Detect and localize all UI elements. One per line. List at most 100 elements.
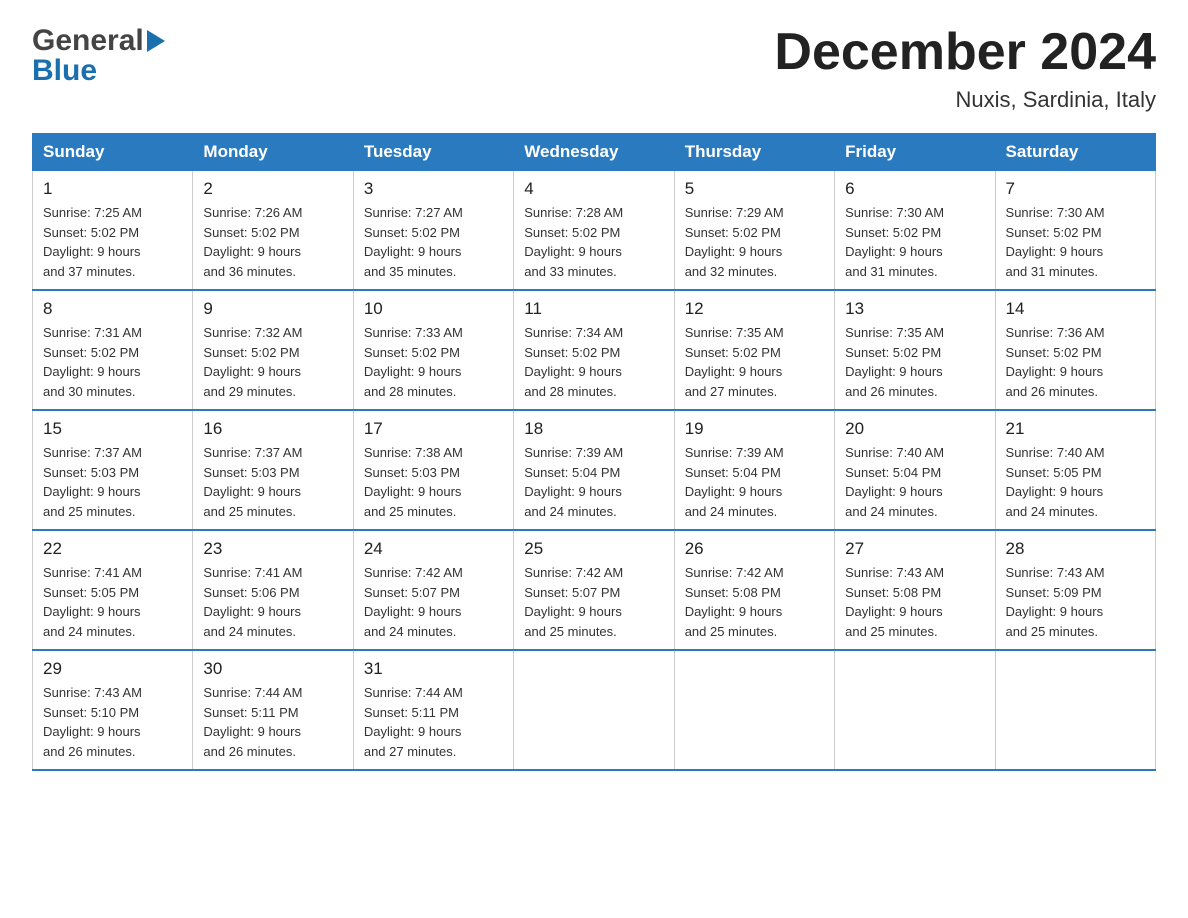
page-header: General Blue December 2024 Nuxis, Sardin… xyxy=(32,24,1156,113)
day-number: 12 xyxy=(685,299,824,319)
calendar-day-cell: 23 Sunrise: 7:41 AMSunset: 5:06 PMDayligh… xyxy=(193,530,353,650)
calendar-day-cell: 22 Sunrise: 7:41 AMSunset: 5:05 PMDayligh… xyxy=(33,530,193,650)
calendar-day-cell: 10 Sunrise: 7:33 AMSunset: 5:02 PMDayligh… xyxy=(353,290,513,410)
calendar-day-cell: 8Sunrise: 7:31 AMSunset: 5:02 PMDaylight… xyxy=(33,290,193,410)
day-number: 22 xyxy=(43,539,182,559)
day-info: Sunrise: 7:34 AMSunset: 5:02 PMDaylight:… xyxy=(524,323,663,401)
calendar-day-cell: 18Sunrise: 7:39 AMSunset: 5:04 PMDayligh… xyxy=(514,410,674,530)
day-number: 23 xyxy=(203,539,342,559)
day-info: Sunrise: 7:25 AMSunset: 5:02 PMDaylight:… xyxy=(43,203,182,281)
logo: General Blue xyxy=(32,24,165,88)
logo-arrow-icon xyxy=(147,30,165,52)
calendar-day-cell: 5 Sunrise: 7:29 AMSunset: 5:02 PMDaylight… xyxy=(674,171,834,291)
day-number: 11 xyxy=(524,299,663,319)
calendar-day-cell: 21 Sunrise: 7:40 AMSunset: 5:05 PMDayligh… xyxy=(995,410,1155,530)
calendar-day-cell: 13 Sunrise: 7:35 AMSunset: 5:02 PMDayligh… xyxy=(835,290,995,410)
calendar-subtitle: Nuxis, Sardinia, Italy xyxy=(774,87,1156,113)
calendar-week-row: 22 Sunrise: 7:41 AMSunset: 5:05 PMDayligh… xyxy=(33,530,1156,650)
day-number: 29 xyxy=(43,659,182,679)
day-info: Sunrise: 7:43 AMSunset: 5:09 PMDaylight:… xyxy=(1006,563,1145,641)
day-info: Sunrise: 7:43 AMSunset: 5:10 PMDaylight:… xyxy=(43,683,182,761)
title-area: December 2024 Nuxis, Sardinia, Italy xyxy=(774,24,1156,113)
day-info: Sunrise: 7:37 AMSunset: 5:03 PMDaylight:… xyxy=(203,443,342,521)
day-info: Sunrise: 7:29 AMSunset: 5:02 PMDaylight:… xyxy=(685,203,824,281)
day-info: Sunrise: 7:27 AMSunset: 5:02 PMDaylight:… xyxy=(364,203,503,281)
day-info: Sunrise: 7:42 AMSunset: 5:08 PMDaylight:… xyxy=(685,563,824,641)
day-info: Sunrise: 7:42 AMSunset: 5:07 PMDaylight:… xyxy=(524,563,663,641)
calendar-day-cell: 26 Sunrise: 7:42 AMSunset: 5:08 PMDayligh… xyxy=(674,530,834,650)
calendar-day-cell: 2 Sunrise: 7:26 AMSunset: 5:02 PMDaylight… xyxy=(193,171,353,291)
day-info: Sunrise: 7:40 AMSunset: 5:04 PMDaylight:… xyxy=(845,443,984,521)
day-number: 20 xyxy=(845,419,984,439)
calendar-day-cell: 3 Sunrise: 7:27 AMSunset: 5:02 PMDaylight… xyxy=(353,171,513,291)
calendar-day-cell: 7Sunrise: 7:30 AMSunset: 5:02 PMDaylight… xyxy=(995,171,1155,291)
calendar-day-cell: 25 Sunrise: 7:42 AMSunset: 5:07 PMDayligh… xyxy=(514,530,674,650)
day-info: Sunrise: 7:44 AMSunset: 5:11 PMDaylight:… xyxy=(203,683,342,761)
day-number: 27 xyxy=(845,539,984,559)
day-info: Sunrise: 7:39 AMSunset: 5:04 PMDaylight:… xyxy=(685,443,824,521)
day-number: 9 xyxy=(203,299,342,319)
day-number: 4 xyxy=(524,179,663,199)
calendar-day-cell: 27 Sunrise: 7:43 AMSunset: 5:08 PMDayligh… xyxy=(835,530,995,650)
calendar-day-cell: 19 Sunrise: 7:39 AMSunset: 5:04 PMDayligh… xyxy=(674,410,834,530)
logo-blue-text: Blue xyxy=(32,54,97,88)
header-wednesday: Wednesday xyxy=(514,134,674,171)
calendar-week-row: 1Sunrise: 7:25 AMSunset: 5:02 PMDaylight… xyxy=(33,171,1156,291)
day-number: 6 xyxy=(845,179,984,199)
day-info: Sunrise: 7:35 AMSunset: 5:02 PMDaylight:… xyxy=(845,323,984,401)
day-number: 10 xyxy=(364,299,503,319)
day-number: 24 xyxy=(364,539,503,559)
day-number: 16 xyxy=(203,419,342,439)
logo-general-text: General xyxy=(32,24,144,58)
calendar-week-row: 15 Sunrise: 7:37 AMSunset: 5:03 PMDayligh… xyxy=(33,410,1156,530)
calendar-day-cell: 28 Sunrise: 7:43 AMSunset: 5:09 PMDayligh… xyxy=(995,530,1155,650)
calendar-day-cell: 20 Sunrise: 7:40 AMSunset: 5:04 PMDayligh… xyxy=(835,410,995,530)
calendar-day-cell: 12Sunrise: 7:35 AMSunset: 5:02 PMDayligh… xyxy=(674,290,834,410)
calendar-day-cell: 9 Sunrise: 7:32 AMSunset: 5:02 PMDaylight… xyxy=(193,290,353,410)
day-number: 13 xyxy=(845,299,984,319)
day-info: Sunrise: 7:31 AMSunset: 5:02 PMDaylight:… xyxy=(43,323,182,401)
calendar-empty-cell xyxy=(514,650,674,770)
day-info: Sunrise: 7:44 AMSunset: 5:11 PMDaylight:… xyxy=(364,683,503,761)
day-number: 25 xyxy=(524,539,663,559)
calendar-day-cell: 31Sunrise: 7:44 AMSunset: 5:11 PMDayligh… xyxy=(353,650,513,770)
calendar-day-cell: 29 Sunrise: 7:43 AMSunset: 5:10 PMDayligh… xyxy=(33,650,193,770)
day-info: Sunrise: 7:26 AMSunset: 5:02 PMDaylight:… xyxy=(203,203,342,281)
day-info: Sunrise: 7:37 AMSunset: 5:03 PMDaylight:… xyxy=(43,443,182,521)
header-saturday: Saturday xyxy=(995,134,1155,171)
calendar-day-cell: 16 Sunrise: 7:37 AMSunset: 5:03 PMDayligh… xyxy=(193,410,353,530)
day-number: 26 xyxy=(685,539,824,559)
day-number: 15 xyxy=(43,419,182,439)
calendar-day-cell: 15 Sunrise: 7:37 AMSunset: 5:03 PMDayligh… xyxy=(33,410,193,530)
day-info: Sunrise: 7:28 AMSunset: 5:02 PMDaylight:… xyxy=(524,203,663,281)
calendar-header-row: SundayMondayTuesdayWednesdayThursdayFrid… xyxy=(33,134,1156,171)
calendar-week-row: 8Sunrise: 7:31 AMSunset: 5:02 PMDaylight… xyxy=(33,290,1156,410)
calendar-day-cell: 11 Sunrise: 7:34 AMSunset: 5:02 PMDayligh… xyxy=(514,290,674,410)
day-number: 21 xyxy=(1006,419,1145,439)
calendar-title: December 2024 xyxy=(774,24,1156,81)
day-info: Sunrise: 7:32 AMSunset: 5:02 PMDaylight:… xyxy=(203,323,342,401)
day-number: 28 xyxy=(1006,539,1145,559)
day-info: Sunrise: 7:30 AMSunset: 5:02 PMDaylight:… xyxy=(1006,203,1145,281)
calendar-day-cell: 24Sunrise: 7:42 AMSunset: 5:07 PMDayligh… xyxy=(353,530,513,650)
day-info: Sunrise: 7:40 AMSunset: 5:05 PMDaylight:… xyxy=(1006,443,1145,521)
day-number: 2 xyxy=(203,179,342,199)
day-number: 5 xyxy=(685,179,824,199)
day-info: Sunrise: 7:41 AMSunset: 5:05 PMDaylight:… xyxy=(43,563,182,641)
day-number: 3 xyxy=(364,179,503,199)
day-info: Sunrise: 7:30 AMSunset: 5:02 PMDaylight:… xyxy=(845,203,984,281)
header-thursday: Thursday xyxy=(674,134,834,171)
day-number: 14 xyxy=(1006,299,1145,319)
day-info: Sunrise: 7:36 AMSunset: 5:02 PMDaylight:… xyxy=(1006,323,1145,401)
calendar-empty-cell xyxy=(674,650,834,770)
day-info: Sunrise: 7:43 AMSunset: 5:08 PMDaylight:… xyxy=(845,563,984,641)
calendar-day-cell: 14 Sunrise: 7:36 AMSunset: 5:02 PMDayligh… xyxy=(995,290,1155,410)
day-info: Sunrise: 7:33 AMSunset: 5:02 PMDaylight:… xyxy=(364,323,503,401)
header-tuesday: Tuesday xyxy=(353,134,513,171)
header-friday: Friday xyxy=(835,134,995,171)
day-info: Sunrise: 7:41 AMSunset: 5:06 PMDaylight:… xyxy=(203,563,342,641)
header-sunday: Sunday xyxy=(33,134,193,171)
day-number: 18 xyxy=(524,419,663,439)
day-number: 19 xyxy=(685,419,824,439)
day-number: 17 xyxy=(364,419,503,439)
